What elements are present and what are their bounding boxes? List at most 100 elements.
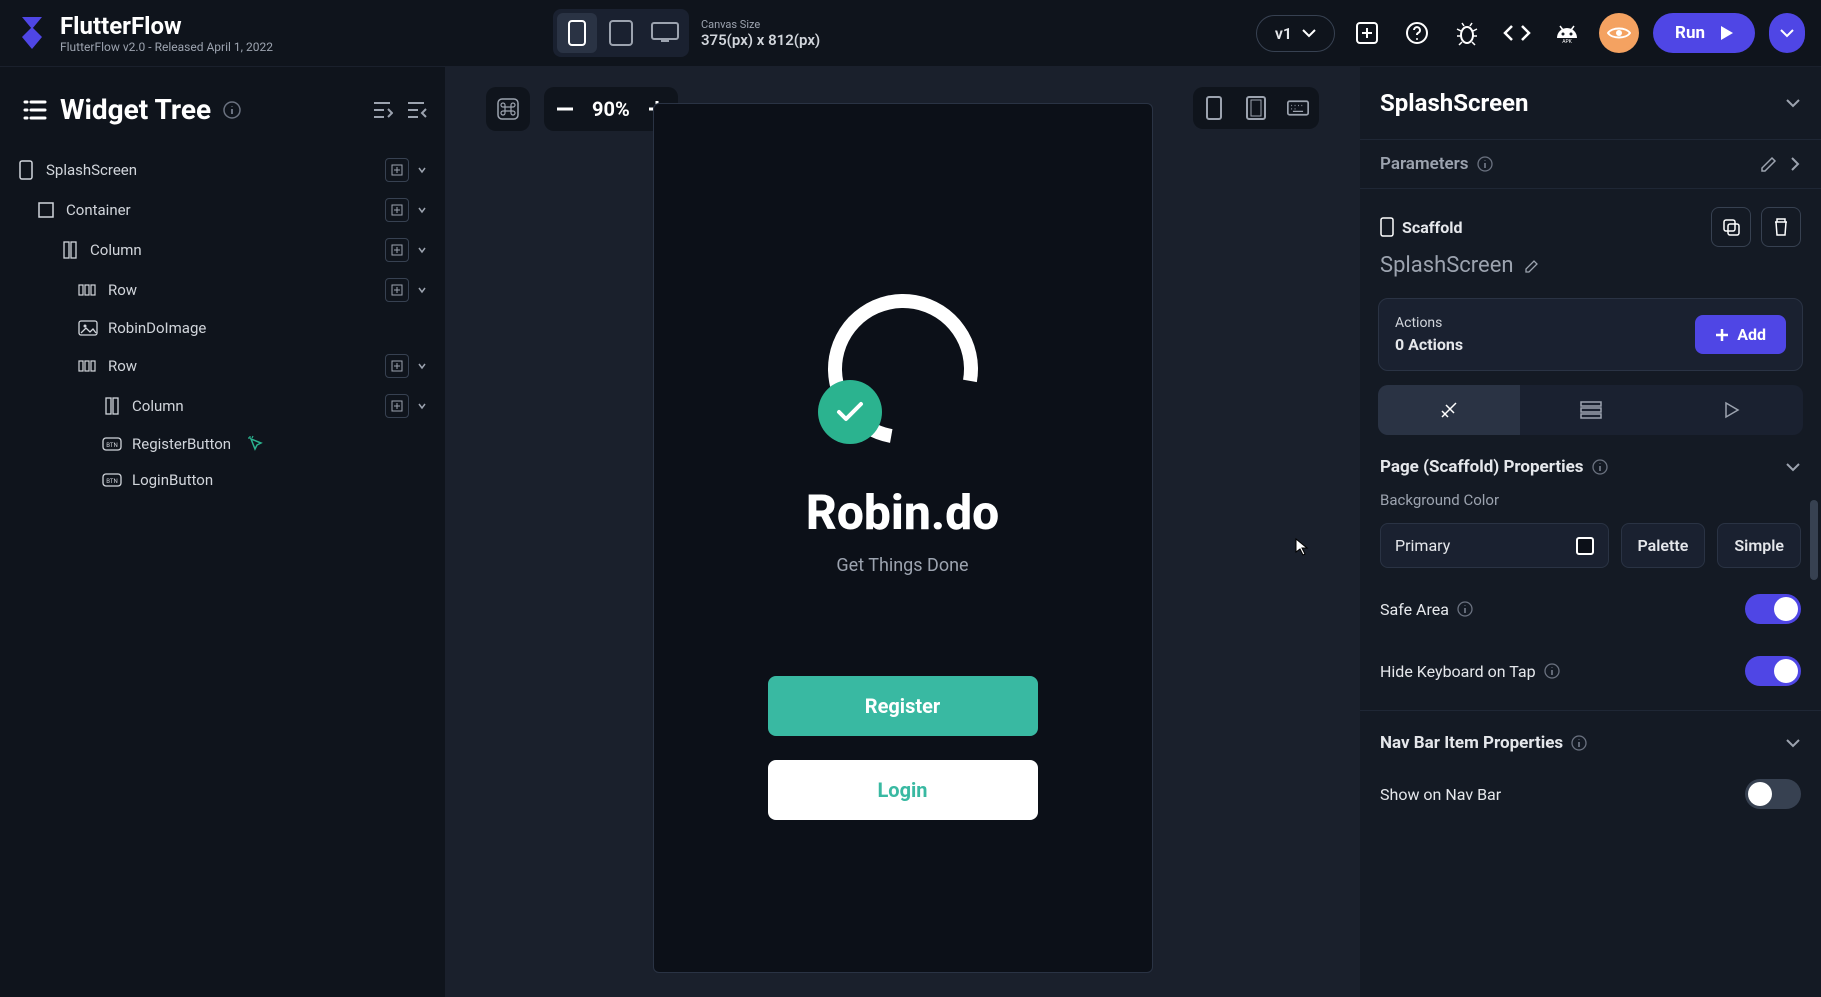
chevron-down-icon <box>1302 28 1316 38</box>
chevron-right-icon[interactable] <box>1789 155 1801 173</box>
tree-node-column[interactable]: Column <box>8 386 437 426</box>
list-icon <box>22 97 48 123</box>
info-icon[interactable] <box>223 101 241 119</box>
btn-icon: BTN <box>102 470 122 490</box>
svg-text:BTN: BTN <box>106 442 118 449</box>
shortcut-button[interactable] <box>486 87 530 131</box>
tree-node-registerbutton[interactable]: BTN RegisterButton <box>8 426 437 462</box>
tab-layout[interactable] <box>1520 385 1662 435</box>
chevron-down-icon[interactable] <box>1785 462 1801 472</box>
expand-caret[interactable] <box>415 399 429 413</box>
device-preview-tablet-button[interactable] <box>1245 97 1267 119</box>
tree-node-loginbutton[interactable]: BTN LoginButton <box>8 462 437 498</box>
hide-keyboard-toggle[interactable] <box>1745 656 1801 686</box>
device-icon <box>16 160 36 180</box>
bgcolor-value: Primary <box>1395 536 1450 555</box>
add-label: Add <box>1737 325 1766 344</box>
navbar-props-title: Nav Bar Item Properties <box>1380 733 1563 753</box>
check-icon <box>818 380 882 444</box>
info-icon[interactable] <box>1457 601 1473 617</box>
help-button[interactable] <box>1399 15 1435 51</box>
tab-style[interactable] <box>1378 385 1520 435</box>
bug-button[interactable] <box>1449 15 1485 51</box>
canvas-device-frame[interactable]: Robin.do Get Things Done Register Login <box>653 103 1153 973</box>
run-label: Run <box>1675 23 1705 43</box>
add-widget-button[interactable] <box>385 354 409 378</box>
tree-node-label: Row <box>108 357 137 375</box>
register-button[interactable]: Register <box>768 676 1038 736</box>
widget-tree: SplashScreen Container Column Row RobinDoIma… <box>0 144 445 504</box>
property-tabs <box>1378 385 1803 435</box>
version-dropdown[interactable]: v1 <box>1256 15 1335 52</box>
info-icon[interactable] <box>1477 156 1493 172</box>
tree-node-row[interactable]: Row <box>8 270 437 310</box>
safe-area-toggle[interactable] <box>1745 594 1801 624</box>
copy-button[interactable] <box>1711 207 1751 247</box>
actions-label: Actions <box>1395 315 1463 331</box>
tree-node-column[interactable]: Column <box>8 230 437 270</box>
collapse-all-icon[interactable] <box>371 99 393 121</box>
expand-all-icon[interactable] <box>405 99 427 121</box>
simple-button[interactable]: Simple <box>1717 523 1801 568</box>
device-phone-button[interactable] <box>557 13 597 53</box>
bgcolor-input[interactable]: Primary <box>1380 523 1609 568</box>
add-widget-button[interactable] <box>385 238 409 262</box>
expand-caret[interactable] <box>415 163 429 177</box>
info-icon[interactable] <box>1571 735 1587 751</box>
info-icon[interactable] <box>1592 459 1608 475</box>
add-action-button[interactable]: Add <box>1695 315 1786 354</box>
svg-text:BTN: BTN <box>106 478 118 485</box>
chevron-down-icon[interactable] <box>1785 738 1801 748</box>
canvas-size-value: 375(px) x 812(px) <box>701 31 820 49</box>
version-label: v1 <box>1275 24 1292 43</box>
scrollbar[interactable] <box>1810 500 1818 580</box>
edit-icon[interactable] <box>1759 154 1779 174</box>
device-tablet-button[interactable] <box>601 13 641 53</box>
tree-node-label: LoginButton <box>132 471 213 489</box>
tree-node-label: Row <box>108 281 137 299</box>
actions-count: 0 Actions <box>1395 335 1463 354</box>
tree-node-label: RegisterButton <box>132 435 231 453</box>
zoom-out-button[interactable] <box>554 98 576 120</box>
tree-node-label: Container <box>66 201 131 219</box>
expand-caret[interactable] <box>415 283 429 297</box>
canvas-area: 90% <box>446 67 1359 997</box>
column-icon <box>102 396 122 416</box>
apk-button[interactable]: APK <box>1549 15 1585 51</box>
add-widget-button[interactable] <box>385 278 409 302</box>
tree-node-row[interactable]: Row <box>8 346 437 386</box>
chevron-down-icon[interactable] <box>1785 98 1801 108</box>
delete-button[interactable] <box>1761 207 1801 247</box>
command-icon <box>496 97 520 121</box>
cursor-click-icon <box>247 435 265 453</box>
device-desktop-button[interactable] <box>645 13 685 53</box>
palette-button[interactable]: Palette <box>1621 523 1706 568</box>
color-swatch <box>1576 537 1594 555</box>
expand-caret[interactable] <box>415 203 429 217</box>
edit-icon[interactable] <box>1524 258 1540 274</box>
keyboard-preview-button[interactable] <box>1287 97 1309 119</box>
add-button[interactable] <box>1349 15 1385 51</box>
show-navbar-toggle[interactable] <box>1745 779 1801 809</box>
expand-caret[interactable] <box>415 359 429 373</box>
login-button[interactable]: Login <box>768 760 1038 820</box>
widget-tree-title: Widget Tree <box>60 93 211 126</box>
preview-button[interactable] <box>1599 13 1639 53</box>
tree-node-robindoimage[interactable]: RobinDoImage <box>8 310 437 346</box>
tree-node-label: RobinDoImage <box>108 319 206 337</box>
code-button[interactable] <box>1499 15 1535 51</box>
run-button[interactable]: Run <box>1653 13 1755 53</box>
tree-node-container[interactable]: Container <box>8 190 437 230</box>
tab-animation[interactable] <box>1661 385 1803 435</box>
info-icon[interactable] <box>1544 663 1560 679</box>
expand-caret[interactable] <box>415 243 429 257</box>
add-widget-button[interactable] <box>385 198 409 222</box>
add-widget-button[interactable] <box>385 158 409 182</box>
add-widget-button[interactable] <box>385 394 409 418</box>
canvas-size: Canvas Size 375(px) x 812(px) <box>701 18 820 49</box>
tree-node-splashscreen[interactable]: SplashScreen <box>8 150 437 190</box>
top-bar: FlutterFlow FlutterFlow v2.0 - Released … <box>0 0 1821 67</box>
device-icon <box>1380 217 1394 237</box>
device-preview-mobile-button[interactable] <box>1203 97 1225 119</box>
run-dropdown-button[interactable] <box>1769 13 1805 53</box>
